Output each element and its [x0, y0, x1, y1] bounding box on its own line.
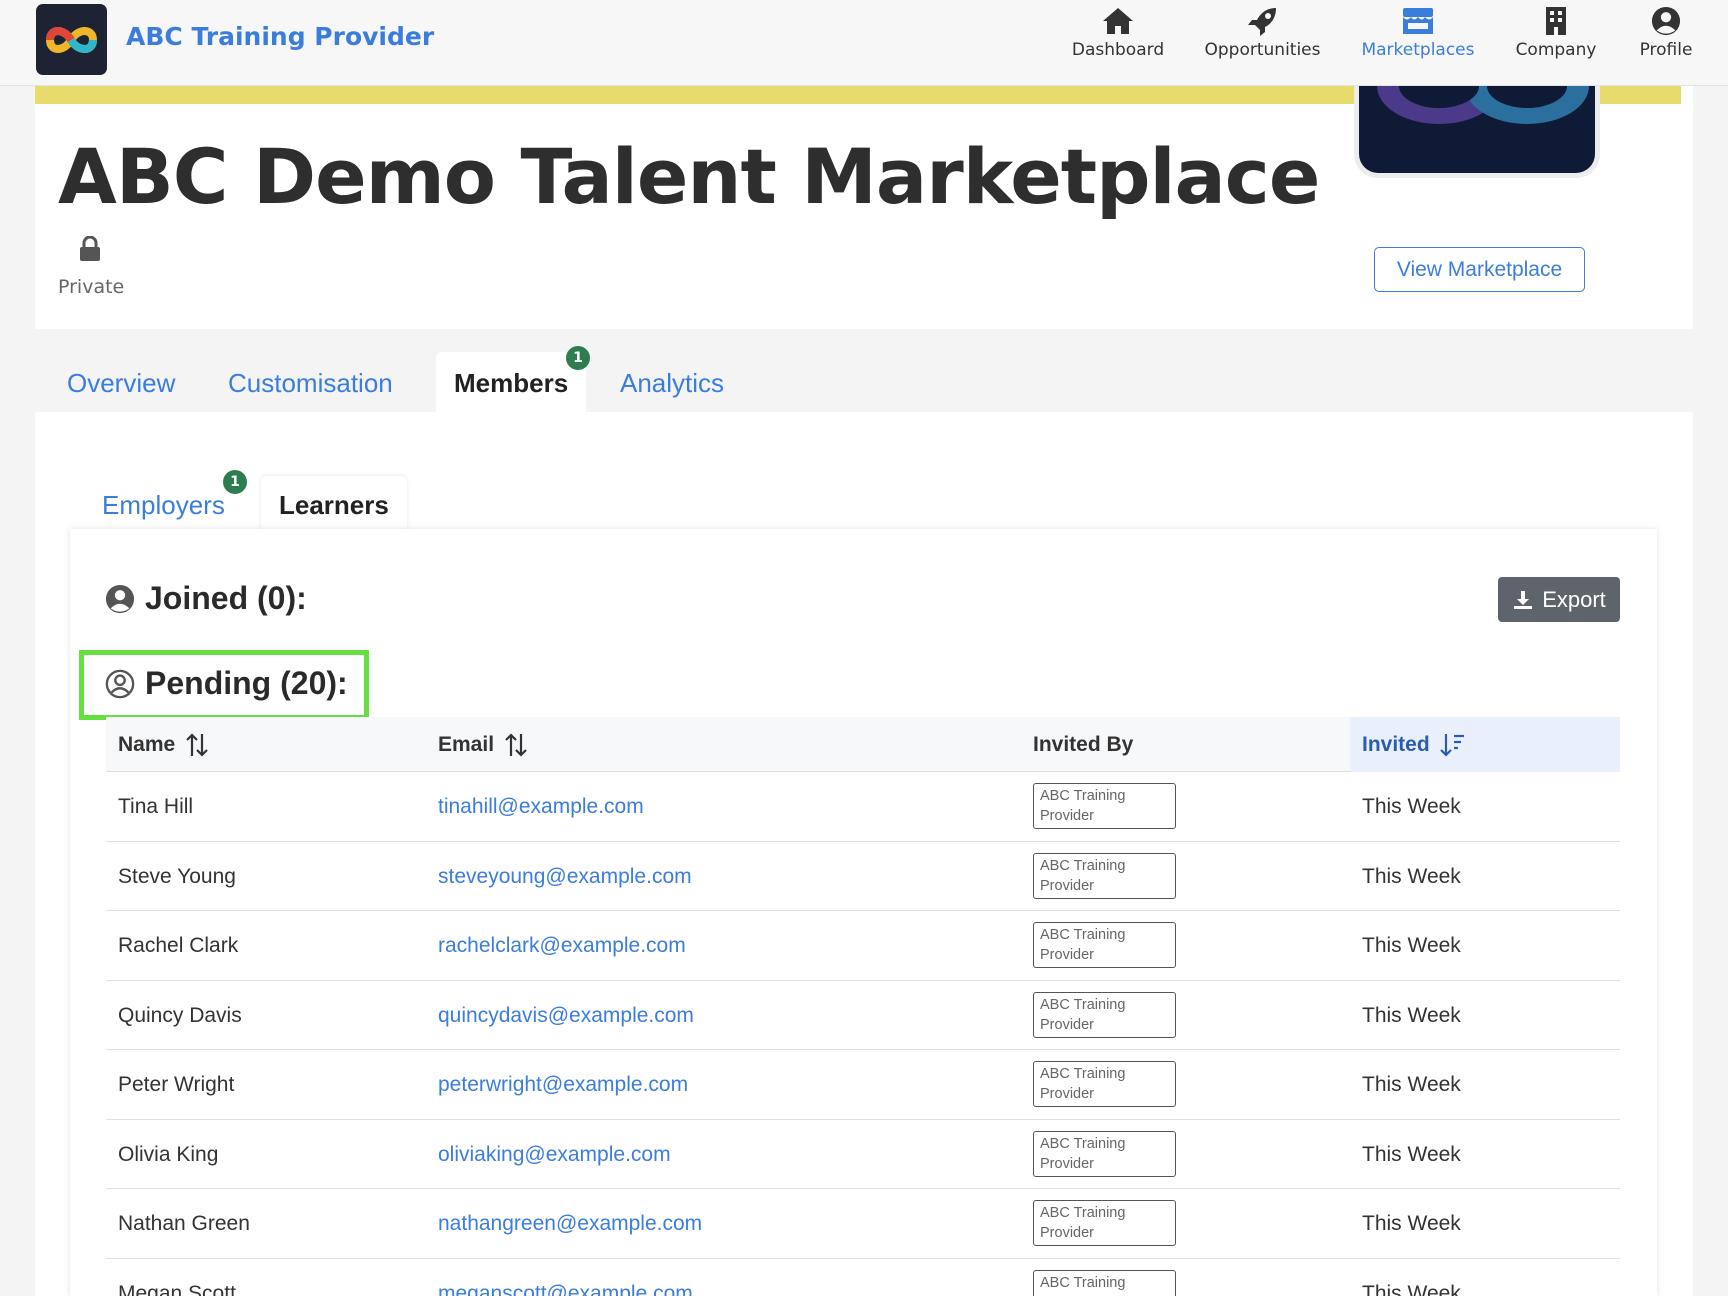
cell-invited: This Week [1362, 1073, 1461, 1096]
nav-label: Opportunities [1204, 40, 1321, 60]
table-row[interactable]: Megan Scott meganscott@example.com ABC T… [106, 1259, 1620, 1296]
cell-invited: This Week [1362, 864, 1461, 888]
cell-email[interactable]: nathangreen@example.com [438, 1189, 702, 1258]
page-title: ABC Demo Talent Marketplace [58, 132, 1320, 221]
column-header-invited-by: Invited By [1033, 717, 1133, 772]
download-icon [1514, 590, 1533, 609]
tab-members[interactable]: Members [436, 352, 587, 412]
tab-customisation[interactable]: Customisation [228, 352, 393, 412]
nav-opportunities[interactable]: Opportunities [1200, 6, 1325, 72]
user-circle-icon [105, 584, 135, 613]
visibility-label: Private [58, 276, 125, 298]
invited-by-tag: ABC Training Provider [1033, 1200, 1176, 1246]
user-circle-outline-icon [105, 669, 135, 698]
cell-invited: This Week [1362, 934, 1461, 957]
subtab-learners[interactable]: Learners [261, 476, 407, 530]
cell-name: Rachel Clark [118, 934, 239, 957]
home-icon [1103, 8, 1133, 34]
nav-company[interactable]: Company [1510, 6, 1602, 72]
invited-by-tag: ABC Training Provider [1033, 783, 1176, 829]
view-marketplace-button[interactable]: View Marketplace [1374, 247, 1585, 292]
tab-overview[interactable]: Overview [67, 352, 175, 412]
nav-label: Dashboard [1071, 40, 1165, 60]
lock-icon [80, 236, 100, 261]
cell-invited: This Week [1362, 1142, 1461, 1166]
column-header-name[interactable]: Name [118, 717, 209, 772]
user-circle-icon [1651, 6, 1681, 36]
nav-profile[interactable]: Profile [1635, 6, 1697, 72]
table-row[interactable]: Quincy Davis quincydavis@example.com ABC… [106, 981, 1620, 1050]
invited-by-tag: ABC Training Provider [1033, 922, 1176, 968]
pending-table: Name Email Invited By Invited Tina Hill … [106, 717, 1620, 1296]
cell-invited: This Week [1362, 795, 1461, 818]
cell-email[interactable]: oliviaking@example.com [438, 1120, 671, 1189]
building-icon [1546, 7, 1566, 35]
table-row[interactable]: Rachel Clark rachelclark@example.com ABC… [106, 911, 1620, 981]
table-row[interactable]: Peter Wright peterwright@example.com ABC… [106, 1050, 1620, 1120]
invited-by-tag: ABC Training Provider [1033, 1269, 1176, 1296]
export-label: Export [1542, 586, 1606, 612]
members-badge: 1 [566, 346, 590, 370]
sort-desc-icon [1439, 733, 1464, 757]
cell-email[interactable]: quincydavis@example.com [438, 981, 694, 1050]
sort-icon [505, 732, 527, 757]
cell-name: Nathan Green [118, 1212, 250, 1235]
cell-name: Steve Young [118, 864, 236, 888]
table-row[interactable]: Tina Hill tinahill@example.com ABC Train… [106, 772, 1620, 842]
cell-name: Olivia King [118, 1142, 219, 1166]
brand-logo[interactable] [36, 4, 107, 75]
nav-marketplaces[interactable]: Marketplaces [1358, 6, 1478, 72]
cell-email[interactable]: steveyoung@example.com [438, 842, 692, 911]
tab-analytics[interactable]: Analytics [620, 352, 724, 412]
table-row[interactable]: Steve Young steveyoung@example.com ABC T… [106, 842, 1620, 911]
nav-label: Profile [1639, 40, 1693, 60]
pending-label: Pending (20): [145, 665, 348, 701]
nav-label: Marketplaces [1361, 40, 1475, 60]
sort-icon [186, 732, 208, 757]
column-header-email[interactable]: Email [438, 717, 528, 772]
cell-invited: This Week [1362, 1281, 1461, 1296]
table-header: Name Email Invited By Invited [106, 717, 1620, 772]
invited-by-tag: ABC Training Provider [1033, 991, 1176, 1038]
cell-name: Peter Wright [118, 1073, 235, 1096]
marketplace-logo [1354, 86, 1600, 178]
top-nav: ABC Training Provider Dashboard Opportun… [0, 0, 1728, 86]
subtab-employers[interactable]: Employers [102, 476, 225, 530]
cell-name: Quincy Davis [118, 1003, 242, 1027]
column-label: Invited By [1033, 733, 1134, 756]
cell-invited: This Week [1362, 1212, 1461, 1235]
column-label: Email [438, 733, 495, 756]
invited-by-tag: ABC Training Provider [1033, 1130, 1176, 1177]
column-label: Invited [1362, 733, 1430, 756]
employers-badge: 1 [223, 470, 247, 494]
cell-email[interactable]: meganscott@example.com [438, 1259, 693, 1296]
export-button[interactable]: Export [1498, 577, 1620, 622]
joined-label: Joined (0): [145, 580, 307, 616]
cell-email[interactable]: tinahill@example.com [438, 772, 644, 841]
nav-label: Company [1515, 40, 1597, 60]
cell-email[interactable]: rachelclark@example.com [438, 911, 686, 980]
invited-by-tag: ABC Training Provider [1033, 852, 1176, 899]
brand-name[interactable]: ABC Training Provider [126, 22, 434, 51]
cell-name: Tina Hill [118, 795, 194, 818]
column-header-invited[interactable]: Invited [1350, 717, 1620, 772]
column-label: Name [118, 733, 176, 756]
joined-heading: Joined (0): [105, 580, 307, 617]
cell-email[interactable]: peterwright@example.com [438, 1050, 688, 1119]
rocket-icon [1247, 8, 1276, 36]
table-row[interactable]: Nathan Green nathangreen@example.com ABC… [106, 1189, 1620, 1259]
store-icon [1403, 8, 1433, 34]
table-row[interactable]: Olivia King oliviaking@example.com ABC T… [106, 1120, 1620, 1189]
nav-dashboard[interactable]: Dashboard [1068, 6, 1168, 72]
cell-name: Megan Scott [118, 1281, 236, 1296]
invited-by-tag: ABC Training Provider [1033, 1061, 1176, 1107]
pending-heading: Pending (20): [105, 665, 348, 702]
cell-invited: This Week [1362, 1003, 1461, 1027]
